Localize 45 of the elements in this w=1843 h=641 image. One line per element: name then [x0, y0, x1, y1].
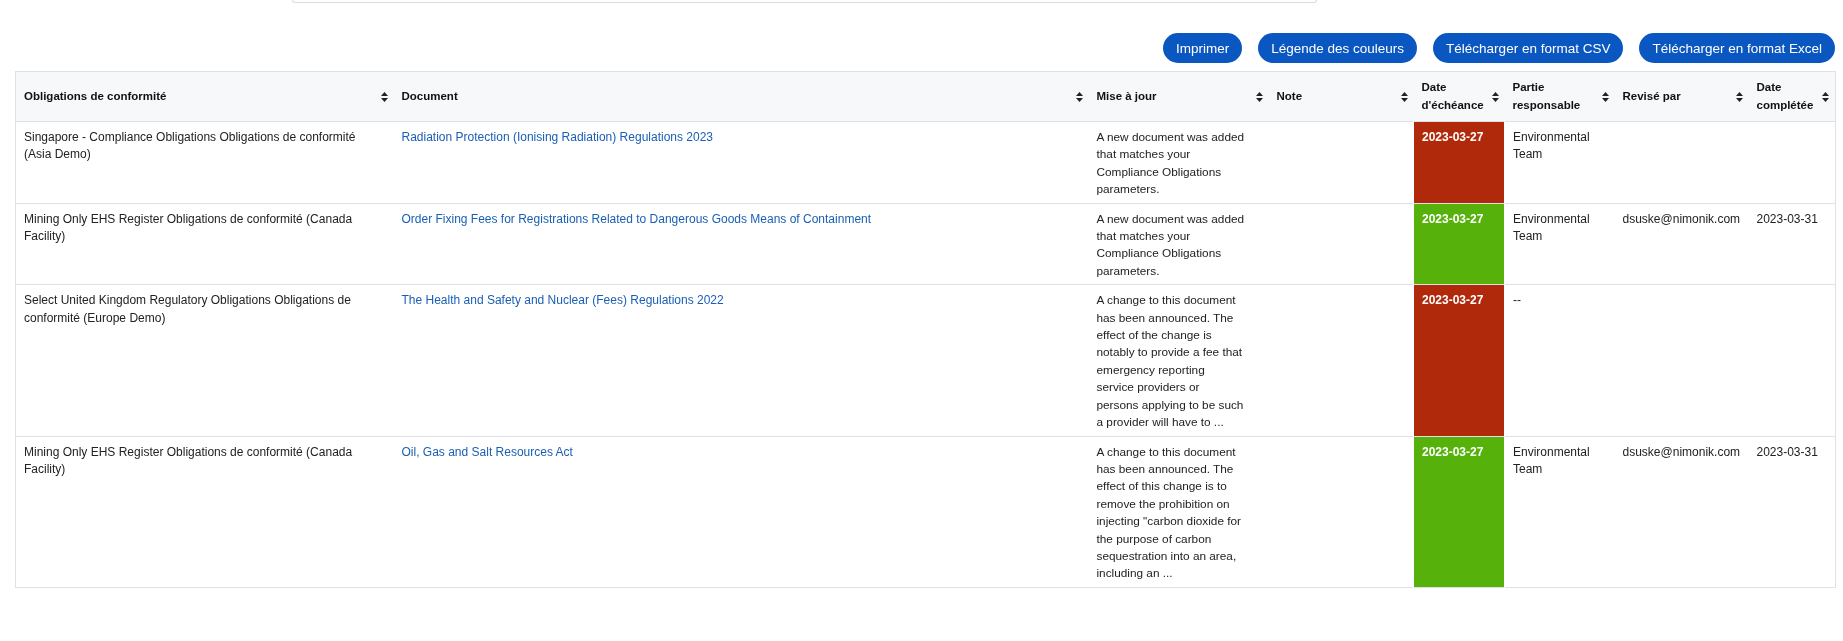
sort-icon[interactable] — [1735, 91, 1743, 102]
table-cell: Environmental Team — [1513, 130, 1590, 162]
table-cell: dsuske@nimonik.com — [1622, 211, 1741, 226]
due-date-cell: 2023-03-27 — [1413, 284, 1505, 436]
toolbar-button[interactable]: Télécharger en format Excel — [1639, 33, 1835, 63]
toolbar-button[interactable]: Imprimer — [1163, 33, 1243, 63]
sort-icon[interactable] — [1822, 91, 1829, 102]
table-cell: Environmental Team — [1513, 211, 1590, 244]
column-header[interactable]: Note — [1276, 87, 1303, 106]
table-cell: Environmental Team — [1513, 444, 1590, 476]
toolbar-button[interactable]: Télécharger en format CSV — [1433, 33, 1624, 63]
column-header[interactable]: Mise à jour — [1096, 87, 1157, 106]
sort-icon[interactable] — [1400, 91, 1408, 102]
document-link[interactable]: Oil, Gas and Salt Resources Act — [401, 444, 573, 459]
column-header[interactable]: Date d'échéance — [1421, 79, 1488, 114]
sort-icon[interactable] — [1491, 91, 1499, 102]
table-cell: A new document was added that matches your Compliance Obligations parameters. — [1096, 129, 1245, 199]
document-link[interactable]: The Health and Safety and Nuclear (Fees) Regulations 2022 — [401, 293, 724, 308]
sort-icon[interactable] — [1075, 91, 1083, 102]
toolbar-button[interactable]: Légende des couleurs — [1258, 33, 1418, 63]
column-header[interactable]: Revisé par — [1622, 87, 1681, 106]
due-date-cell: 2023-03-27 — [1413, 203, 1505, 285]
column-header[interactable]: Document — [401, 87, 458, 106]
table-cell-text: A change to this document has been announced. The effect of this change is to remove the prohibition on injecting "carbon dioxide for the purpose of carbon sequestration into an area, including an ... — [1096, 443, 1243, 583]
table-cell: Mining Only EHS Register Obligations de conformité (Canada Facility) — [24, 444, 353, 476]
due-date-cell: 2023-03-27 — [1413, 436, 1505, 588]
table-cell-text: A new document was added that matches your Compliance Obligations parameters. — [1096, 210, 1245, 280]
column-header[interactable]: Obligations de conformité — [24, 87, 167, 106]
table-cell: 2023-03-31 — [1756, 211, 1818, 226]
input-field[interactable] — [292, 0, 1317, 3]
table-cell: -- — [1513, 293, 1521, 308]
document-link[interactable]: Order Fixing Fees for Registrations Related to Dangerous Goods Means of Containment — [401, 211, 872, 226]
column-header[interactable]: Partie responsable — [1512, 79, 1598, 114]
sort-icon[interactable] — [1255, 91, 1263, 102]
due-date-cell: 2023-03-27 — [1413, 121, 1505, 204]
column-header[interactable]: Date complétée — [1756, 79, 1818, 114]
sort-icon[interactable] — [380, 91, 388, 102]
document-link[interactable]: Radiation Protection (Ionising Radiation) Regulations 2023 — [401, 130, 714, 144]
table-cell: A change to this document has been announced. The effect of the change is notably to provide a fee that emergency reporting service providers or persons applying to be such a provider will have to ... — [1096, 292, 1245, 432]
sort-icon[interactable] — [1601, 91, 1609, 102]
table-cell: Mining Only EHS Register Obligations de conformité (Canada Facility) — [24, 211, 353, 244]
table-cell: Select United Kingdom Regulatory Obligations Obligations de conformité (Europe Demo) — [24, 293, 351, 325]
table-cell: Singapore - Compliance Obligations Obligations de conformité (Asia Demo) — [24, 130, 356, 162]
table-cell: 2023-03-31 — [1756, 444, 1818, 459]
table-cell: dsuske@nimonik.com — [1622, 444, 1741, 459]
